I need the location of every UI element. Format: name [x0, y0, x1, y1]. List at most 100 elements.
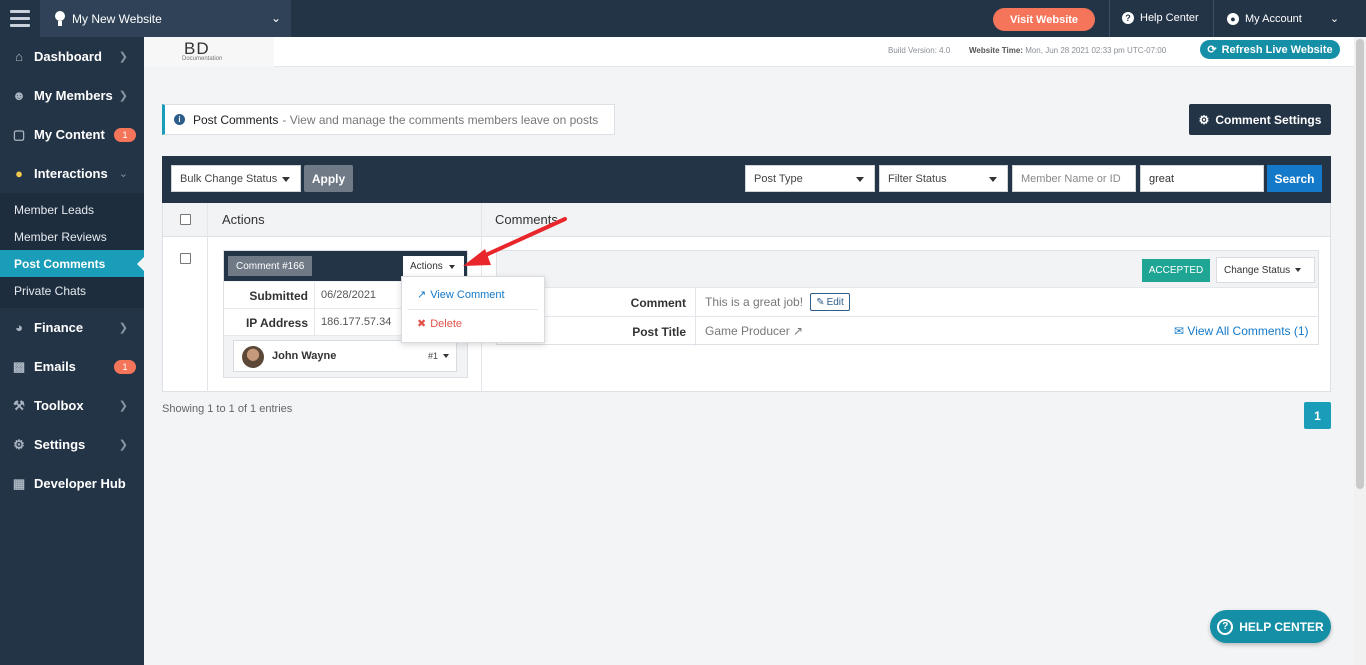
submitted-label: Submitted [249, 289, 308, 303]
sidebar-item-label: Developer Hub [34, 476, 126, 491]
filter-status-select[interactable]: Filter Status [879, 165, 1008, 192]
sidebar-item-my-content[interactable]: ▢ My Content 1 [0, 115, 144, 154]
external-link-icon: ↗ [793, 324, 804, 338]
sidebar-item-label: Dashboard [34, 49, 102, 64]
comment-id-badge: Comment #166 [228, 256, 313, 276]
user-circle-icon: ● [1227, 12, 1239, 25]
scrollbar-thumb[interactable] [1356, 39, 1364, 489]
help-center-floating-button[interactable]: ? HELP CENTER [1210, 610, 1331, 643]
sidebar-item-finance[interactable]: ◕ Finance ❯ [0, 308, 144, 347]
chevron-right-icon: ❯ [118, 400, 128, 412]
chevron-down-icon: ⌄ [270, 11, 281, 25]
search-button[interactable]: Search [1267, 165, 1322, 192]
change-status-dropdown[interactable]: Change Status [1216, 257, 1315, 283]
divider [314, 282, 315, 309]
post-title-link[interactable]: Game Producer ↗ [705, 324, 803, 338]
top-bar: My New Website ⌄ Visit Website ? Help Ce… [0, 0, 1366, 37]
keyword-search-input[interactable]: great [1140, 165, 1264, 192]
website-time: Website Time: Mon, Jun 28 2021 02:33 pm … [969, 46, 1166, 55]
post-title-label: Post Title [632, 325, 686, 339]
chevron-down-icon: ⌄ [1329, 13, 1340, 25]
build-version: Build Version: 4.0 [888, 46, 951, 55]
sidebar-item-emails[interactable]: ▩ Emails 1 [0, 347, 144, 386]
divider [1109, 0, 1110, 37]
website-time-label: Website Time: [969, 46, 1023, 55]
view-all-comments-link[interactable]: ✉ View All Comments (1) [1174, 324, 1309, 338]
sidebar-subitem-post-comments[interactable]: Post Comments [0, 250, 144, 277]
refresh-live-website-button[interactable]: ⟳ Refresh Live Website [1200, 40, 1340, 59]
sidebar-subitem-member-reviews[interactable]: Member Reviews [0, 223, 144, 250]
actions-label: Actions [410, 261, 443, 272]
sidebar-item-toolbox[interactable]: ⚒ Toolbox ❯ [0, 386, 144, 425]
my-account-menu[interactable]: ● My Account ⌄ [1227, 12, 1339, 25]
info-icon: i [174, 114, 185, 125]
sidebar-subitem-private-chats[interactable]: Private Chats [0, 277, 144, 304]
page-title: Post Comments [193, 112, 279, 127]
chevron-right-icon: ❯ [118, 322, 128, 334]
column-divider [207, 203, 208, 392]
sidebar-item-developer-hub[interactable]: ▦ Developer Hub [0, 464, 144, 503]
menu-toggle-icon[interactable] [0, 0, 40, 37]
sidebar-item-interactions[interactable]: ● Interactions ⌄ [0, 154, 144, 193]
chevron-right-icon: ❯ [118, 51, 128, 63]
scrollbar[interactable] [1354, 37, 1366, 665]
help-center-link[interactable]: ? Help Center [1122, 12, 1199, 24]
submitted-value: 06/28/2021 [321, 289, 377, 301]
wrench-icon: ⚒ [13, 397, 25, 413]
comment-text-row: Comment This is a great job! ✎ Edit [497, 288, 1318, 317]
refresh-icon: ⟳ [1207, 44, 1217, 56]
question-circle-icon: ? [1122, 12, 1134, 24]
post-title-text: Game Producer [705, 324, 790, 338]
site-selector[interactable]: My New Website ⌄ [40, 0, 291, 37]
view-comment-label: View Comment [430, 288, 505, 301]
header-strip: BD Documentation Build Version: 4.0 Webs… [144, 37, 1354, 67]
divider [408, 309, 538, 310]
filter-bar: Bulk Change Status Apply Post Type Filte… [162, 156, 1331, 203]
external-link-icon: ↗ [417, 289, 427, 301]
view-all-comments-label: View All Comments (1) [1187, 324, 1309, 338]
divider [695, 288, 696, 317]
apply-button[interactable]: Apply [304, 165, 353, 192]
ip-address-label: IP Address [245, 316, 308, 330]
pagination-page-1[interactable]: 1 [1304, 402, 1331, 429]
help-center-label: Help Center [1140, 12, 1199, 24]
interactions-submenu: Member Leads Member Reviews Post Comment… [0, 193, 144, 308]
bulk-change-status-select[interactable]: Bulk Change Status [171, 165, 301, 192]
sidebar-subitem-member-leads[interactable]: Member Leads [0, 196, 144, 223]
logo[interactable]: BD Documentation [144, 37, 274, 67]
sidebar-item-my-members[interactable]: ☻ My Members ❯ [0, 76, 144, 115]
caret-down-icon [989, 177, 997, 182]
sidebar-item-settings[interactable]: ⚙ Settings ❯ [0, 425, 144, 464]
home-icon: ⌂ [15, 49, 23, 64]
row-checkbox[interactable] [180, 253, 191, 264]
divider [695, 317, 696, 346]
comment-settings-button[interactable]: ⚙ Comment Settings [1189, 104, 1331, 135]
chevron-right-icon: ❯ [118, 439, 128, 451]
comment-label: Comment [630, 296, 686, 310]
close-icon: ✖ [417, 318, 427, 330]
comments-icon: ✉ [1174, 324, 1185, 338]
pencil-icon: ✎ [816, 296, 825, 308]
post-type-select[interactable]: Post Type [745, 165, 875, 192]
view-comment-menu-item[interactable]: ↗ View Comment [417, 288, 505, 302]
comment-detail-panel: ACCEPTED Change Status Comment This is a… [496, 250, 1319, 346]
comment-text: This is a great job! [705, 295, 804, 309]
notification-badge: 1 [114, 360, 136, 374]
table-header: Actions Comments [163, 203, 1330, 237]
comment-detail-header: ACCEPTED Change Status [497, 251, 1318, 288]
select-all-checkbox[interactable] [180, 214, 191, 225]
comments-icon: ● [15, 166, 23, 181]
member-select[interactable]: John Wayne #1 [233, 340, 457, 372]
member-name: John Wayne [272, 350, 337, 362]
visit-website-button[interactable]: Visit Website [993, 8, 1095, 31]
sidebar-item-dashboard[interactable]: ⌂ Dashboard ❯ [0, 37, 144, 76]
sidebar-item-label: Emails [34, 359, 76, 374]
refresh-label: Refresh Live Website [1221, 43, 1333, 56]
sidebar-item-label: My Members [34, 88, 113, 103]
edit-comment-button[interactable]: ✎ Edit [810, 293, 850, 311]
member-search-input[interactable]: Member Name or ID [1012, 165, 1136, 192]
lightbulb-icon [55, 10, 65, 26]
divider [1213, 0, 1214, 37]
delete-menu-item[interactable]: ✖ Delete [417, 317, 462, 331]
page-info-box: i Post Comments - View and manage the co… [162, 104, 615, 135]
